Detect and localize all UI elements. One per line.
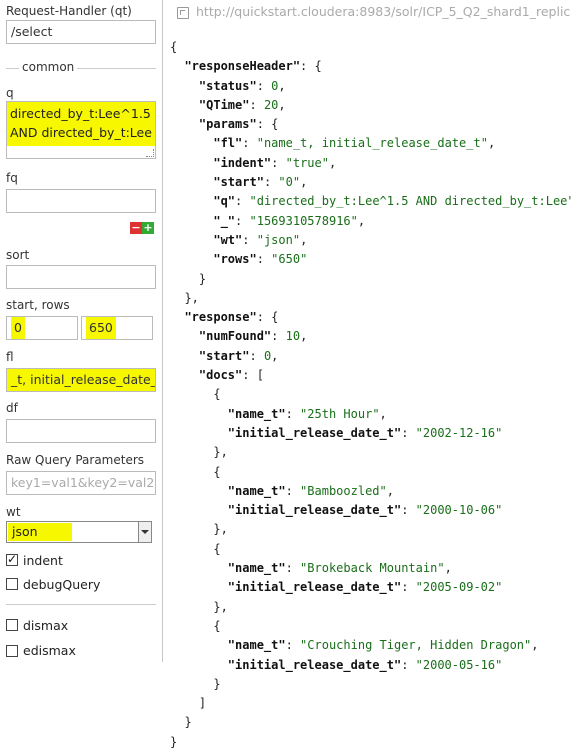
start-input[interactable]: 0: [6, 316, 78, 340]
rows-value: 650: [86, 317, 116, 339]
raw-query-input[interactable]: key1=val1&key2=val2: [6, 471, 156, 495]
chevron-down-icon[interactable]: [138, 522, 151, 542]
sort-input[interactable]: [6, 265, 156, 289]
numfound-value: 10: [285, 329, 301, 344]
param-q: directed_by_t:Lee^1.5 AND directed_by_t:…: [256, 194, 568, 209]
param-wt: json: [263, 232, 293, 247]
q-label: q: [6, 86, 14, 100]
request-handler-input[interactable]: /select: [6, 20, 156, 44]
debugquery-label: debugQuery: [23, 577, 101, 592]
add-fq-icon[interactable]: +: [142, 222, 154, 234]
doc-date: 2005-09-02: [422, 580, 496, 595]
status-value: 0: [271, 78, 279, 93]
start-value: 0: [11, 317, 25, 339]
json-response: { "responseHeader": { "status": 0, "QTim…: [170, 40, 571, 749]
wt-label: wt: [6, 505, 21, 519]
resize-grip-icon[interactable]: [146, 149, 154, 157]
param-start: 0: [285, 175, 293, 190]
doc-date: 2002-12-16: [422, 425, 496, 440]
response-start-value: 0: [263, 348, 272, 363]
doc-name: 25th Hour: [307, 406, 373, 421]
indent-checkbox[interactable]: [6, 552, 18, 566]
link-icon: [177, 7, 189, 19]
debugquery-checkbox[interactable]: [6, 578, 18, 590]
q-line-1: directed_by_t:Lee^1.5: [10, 106, 151, 121]
fq-input[interactable]: [6, 189, 156, 213]
remove-fq-icon[interactable]: −: [130, 222, 142, 234]
wt-selected-value: json: [8, 523, 72, 541]
wt-select[interactable]: json: [6, 521, 152, 543]
edismax-checkbox[interactable]: [6, 645, 18, 657]
dismax-checkbox[interactable]: [6, 619, 18, 631]
q-line-2: AND directed_by_t:Lee: [10, 125, 152, 140]
doc-date: 2000-10-06: [422, 503, 496, 518]
rows-input[interactable]: 650: [81, 316, 153, 340]
df-label: df: [6, 401, 18, 415]
fq-label: fq: [6, 171, 18, 185]
doc-name: Brokeback Mountain: [307, 561, 438, 576]
param-rows: 650: [278, 252, 301, 267]
doc-name: Crouching Tiger, Hidden Dragon: [307, 638, 525, 653]
param-indent: true: [292, 155, 322, 170]
edismax-label: edismax: [23, 643, 76, 658]
doc-name: Bamboozled: [307, 483, 380, 498]
raw-query-label: Raw Query Parameters: [6, 453, 145, 467]
common-legend: common: [19, 60, 78, 74]
query-form-panel: Request-Handler (qt) /select common q di…: [0, 0, 163, 662]
dismax-label: dismax: [23, 618, 69, 633]
fl-input[interactable]: _t, initial_release_date_t: [6, 368, 156, 392]
param-underscore: 1569310578916: [256, 213, 351, 228]
qtime-value: 20: [263, 97, 279, 112]
q-textarea[interactable]: directed_by_t:Lee^1.5 AND directed_by_t:…: [6, 101, 156, 159]
indent-label: indent: [23, 553, 63, 568]
doc-date: 2000-05-16: [422, 657, 496, 672]
df-input[interactable]: [6, 419, 156, 443]
fl-label: fl: [6, 350, 14, 364]
start-rows-label: start, rows: [6, 298, 70, 312]
request-url-link[interactable]: http://quickstart.cloudera:8983/solr/ICP…: [196, 4, 571, 19]
request-handler-label: Request-Handler (qt): [6, 4, 132, 18]
sort-label: sort: [6, 248, 30, 262]
defType-divider: [6, 604, 156, 605]
param-fl: name_t, initial_release_date_t: [263, 136, 481, 151]
